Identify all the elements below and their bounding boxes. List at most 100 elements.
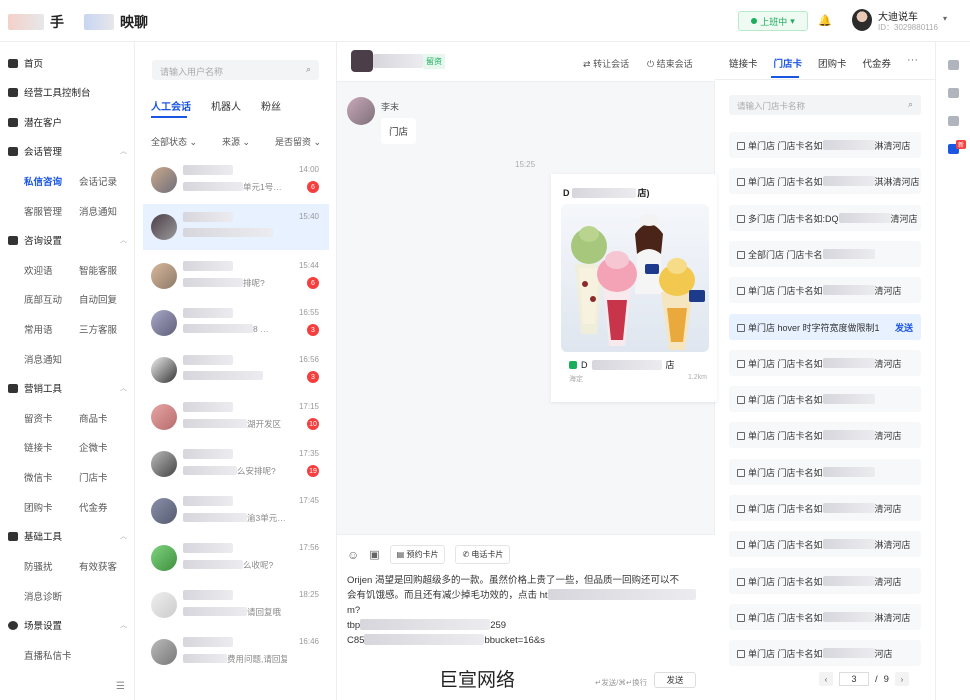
store-card-item[interactable]: 单门店 hover 时字符宽度做限制1 发送 [729, 313, 921, 340]
nav-wechat-card[interactable]: 微信卡 [24, 470, 53, 484]
conversation-item[interactable]: 费用问题,请回复哦 16:46 [143, 629, 329, 675]
work-status-dropdown[interactable]: 上班中 ▾ [738, 11, 808, 31]
store-card-item[interactable]: 全部门店 门店卡名 [729, 240, 921, 267]
nav-scene-settings[interactable]: 场景设置 ︿ [8, 618, 128, 632]
conversation-item[interactable]: 渝3单元… 17:45 [143, 488, 329, 534]
bell-icon[interactable]: 🔔 [818, 14, 832, 27]
nav-consult-notify[interactable]: 消息通知 [24, 352, 62, 366]
end-chat-button[interactable]: ⏻ 结束会话 [647, 57, 693, 70]
nav-welcome[interactable]: 欢迎语 [24, 263, 53, 277]
next-page-icon[interactable]: › [894, 672, 909, 686]
nav-groupbuy-card[interactable]: 团购卡 [24, 500, 53, 514]
document-icon[interactable] [948, 116, 959, 126]
nav-bottom-interaction[interactable]: 底部互动 [24, 292, 62, 306]
avatar [151, 310, 177, 336]
last-message-text: 请回复哦 [247, 607, 282, 616]
store-card-item[interactable]: 单门店 门店卡名如 淋清河店 [729, 531, 921, 558]
store-card-item[interactable]: 单门店 门店卡名如 河店 [729, 640, 921, 667]
conversation-item[interactable]: 么收呢? 17:56 [143, 535, 329, 581]
store-card-search-input[interactable]: 请输入门店卡名称 ⌕ [729, 95, 921, 115]
nav-msg-notify[interactable]: 消息通知 [79, 204, 117, 218]
chevron-up-icon: ︿ [120, 237, 127, 244]
nav-dashboard[interactable]: 经营工具控制台 [8, 85, 91, 99]
store-card-item[interactable]: 单门店 门店卡名如 淋清河店 [729, 132, 921, 158]
conversation-item[interactable]: 8 … 16:55 3 [143, 300, 329, 346]
nav-live-dm-card[interactable]: 直播私信卡 [24, 648, 72, 662]
conversation-item[interactable]: 么安排呢? 17:35 19 [143, 441, 329, 487]
nav-link-card[interactable]: 链接卡 [24, 440, 53, 454]
filter-status[interactable]: 全部状态 ⌄ [151, 135, 197, 148]
appointment-card-button[interactable]: ▤ 预约卡片 [389, 545, 446, 564]
image-icon[interactable]: ▣ [369, 548, 379, 561]
nav-auto-reply[interactable]: 自动回复 [79, 292, 117, 306]
conversation-item[interactable]: 单元1号… 14:00 6 [143, 157, 329, 203]
nav-private-inquiry[interactable]: 私信咨询 [24, 174, 62, 188]
chevron-up-icon: ︿ [120, 533, 127, 540]
nav-home[interactable]: 首页 [8, 56, 43, 70]
prev-page-icon[interactable]: ‹ [819, 672, 833, 686]
tab-store-card[interactable]: 门店卡 [774, 56, 803, 70]
user-info-icon[interactable] [948, 60, 959, 70]
conversation-item[interactable]: 湖开发区 17:15 10 [143, 394, 329, 440]
nav-effective-acq[interactable]: 有效获客 [79, 559, 117, 573]
nav-session-records[interactable]: 会话记录 [79, 174, 117, 188]
last-message-text: 单元1号… [243, 182, 282, 191]
user-avatar[interactable] [852, 9, 872, 31]
store-card-item[interactable]: 单门店 门店卡名如 清河店 [729, 349, 921, 376]
store-card-item[interactable]: 单门店 门店卡名如 清河店 [729, 422, 921, 449]
store-card-item[interactable]: 单门店 门店卡名如 清河店 [729, 277, 921, 304]
emoji-icon[interactable]: ☺ [347, 548, 359, 562]
send-card-button[interactable]: 发送 [895, 321, 913, 334]
store-card-item[interactable]: 单门店 门店卡名如 [729, 458, 921, 485]
nav-common-phrases[interactable]: 常用语 [24, 322, 53, 336]
nav-lead-card[interactable]: 留资卡 [24, 411, 53, 425]
filter-source[interactable]: 来源 ⌄ [222, 135, 250, 148]
conversation-item[interactable]: 请回复哦 18:25 [143, 582, 329, 628]
more-tabs-icon[interactable]: ··· [907, 54, 918, 66]
store-card-icon [737, 432, 745, 441]
nav-wecom-card[interactable]: 企微卡 [79, 440, 108, 454]
user-menu-chevron-icon[interactable]: ▾ [943, 14, 947, 23]
conversation-item[interactable]: 16:56 3 [143, 347, 329, 393]
collapse-sidebar-icon[interactable]: ☰ [116, 681, 125, 692]
nav-basic-tools[interactable]: 基础工具 ︿ [8, 529, 128, 543]
store-card-item[interactable]: 多门店 门店卡名如:DQ 清河店 [729, 204, 921, 231]
search-icon[interactable]: ⌕ [908, 99, 913, 110]
tab-link-card[interactable]: 链接卡 [729, 56, 758, 70]
search-icon[interactable]: ⌕ [306, 64, 311, 75]
conversation-item-selected[interactable]: 15:40 [143, 204, 329, 250]
nav-product-card[interactable]: 商品卡 [79, 411, 108, 425]
redacted-text [822, 430, 875, 441]
nav-anti-harass[interactable]: 防骚扰 [24, 559, 53, 573]
send-button[interactable]: 发送 [654, 672, 696, 688]
nav-msg-diagnose[interactable]: 消息诊断 [24, 589, 62, 603]
nav-staff-mgmt[interactable]: 客服管理 [24, 204, 62, 218]
user-search-input[interactable]: 请输入用户名称 ⌕ [152, 60, 319, 80]
message-input[interactable]: Orijen 渴望是回购超级多的一款。虽然价格上贵了一些，但品质一回购还可以不 … [347, 573, 707, 648]
tab-fans[interactable]: 粉丝 [261, 98, 281, 113]
tab-groupbuy-card[interactable]: 团购卡 [818, 56, 847, 70]
store-card-item[interactable]: 单门店 门店卡名如 清河店 [729, 567, 921, 594]
filter-lead[interactable]: 是否留资 ⌄ [275, 135, 321, 148]
tab-voucher[interactable]: 代金券 [863, 56, 892, 70]
store-card-item[interactable]: 单门店 门店卡名如 [729, 386, 921, 413]
nav-session-mgmt[interactable]: 会话管理 ︿ [8, 144, 128, 158]
store-card-item[interactable]: 单门店 门店卡名如 淋清河店 [729, 603, 921, 630]
nav-store-card[interactable]: 门店卡 [79, 470, 108, 484]
store-card-item[interactable]: 单门店 门店卡名如 淇淋清河店 [729, 168, 921, 195]
nav-smart-service[interactable]: 智能客服 [79, 263, 117, 277]
message-icon[interactable] [948, 88, 959, 98]
nav-consult-settings[interactable]: 咨询设置 ︿ [8, 233, 128, 247]
page-input[interactable]: 3 [839, 672, 869, 686]
phone-card-button[interactable]: ✆ 电话卡片 [455, 545, 511, 564]
nav-third-party[interactable]: 三方客服 [79, 322, 117, 336]
nav-marketing-tools[interactable]: 营销工具 ︿ [8, 381, 128, 395]
store-card-item[interactable]: 单门店 门店卡名如 清河店 [729, 495, 921, 521]
store-card-message[interactable]: D 店) D 店 海定 1.2km [551, 174, 717, 402]
nav-voucher[interactable]: 代金券 [79, 500, 108, 514]
tab-robot[interactable]: 机器人 [211, 98, 241, 113]
transfer-chat-button[interactable]: ⇄ 转让会话 [583, 57, 629, 70]
tab-human-chat[interactable]: 人工会话 [151, 98, 191, 113]
conversation-item[interactable]: 排呢? 15:44 6 [143, 253, 329, 299]
nav-leads[interactable]: 潜在客户 [8, 115, 62, 129]
